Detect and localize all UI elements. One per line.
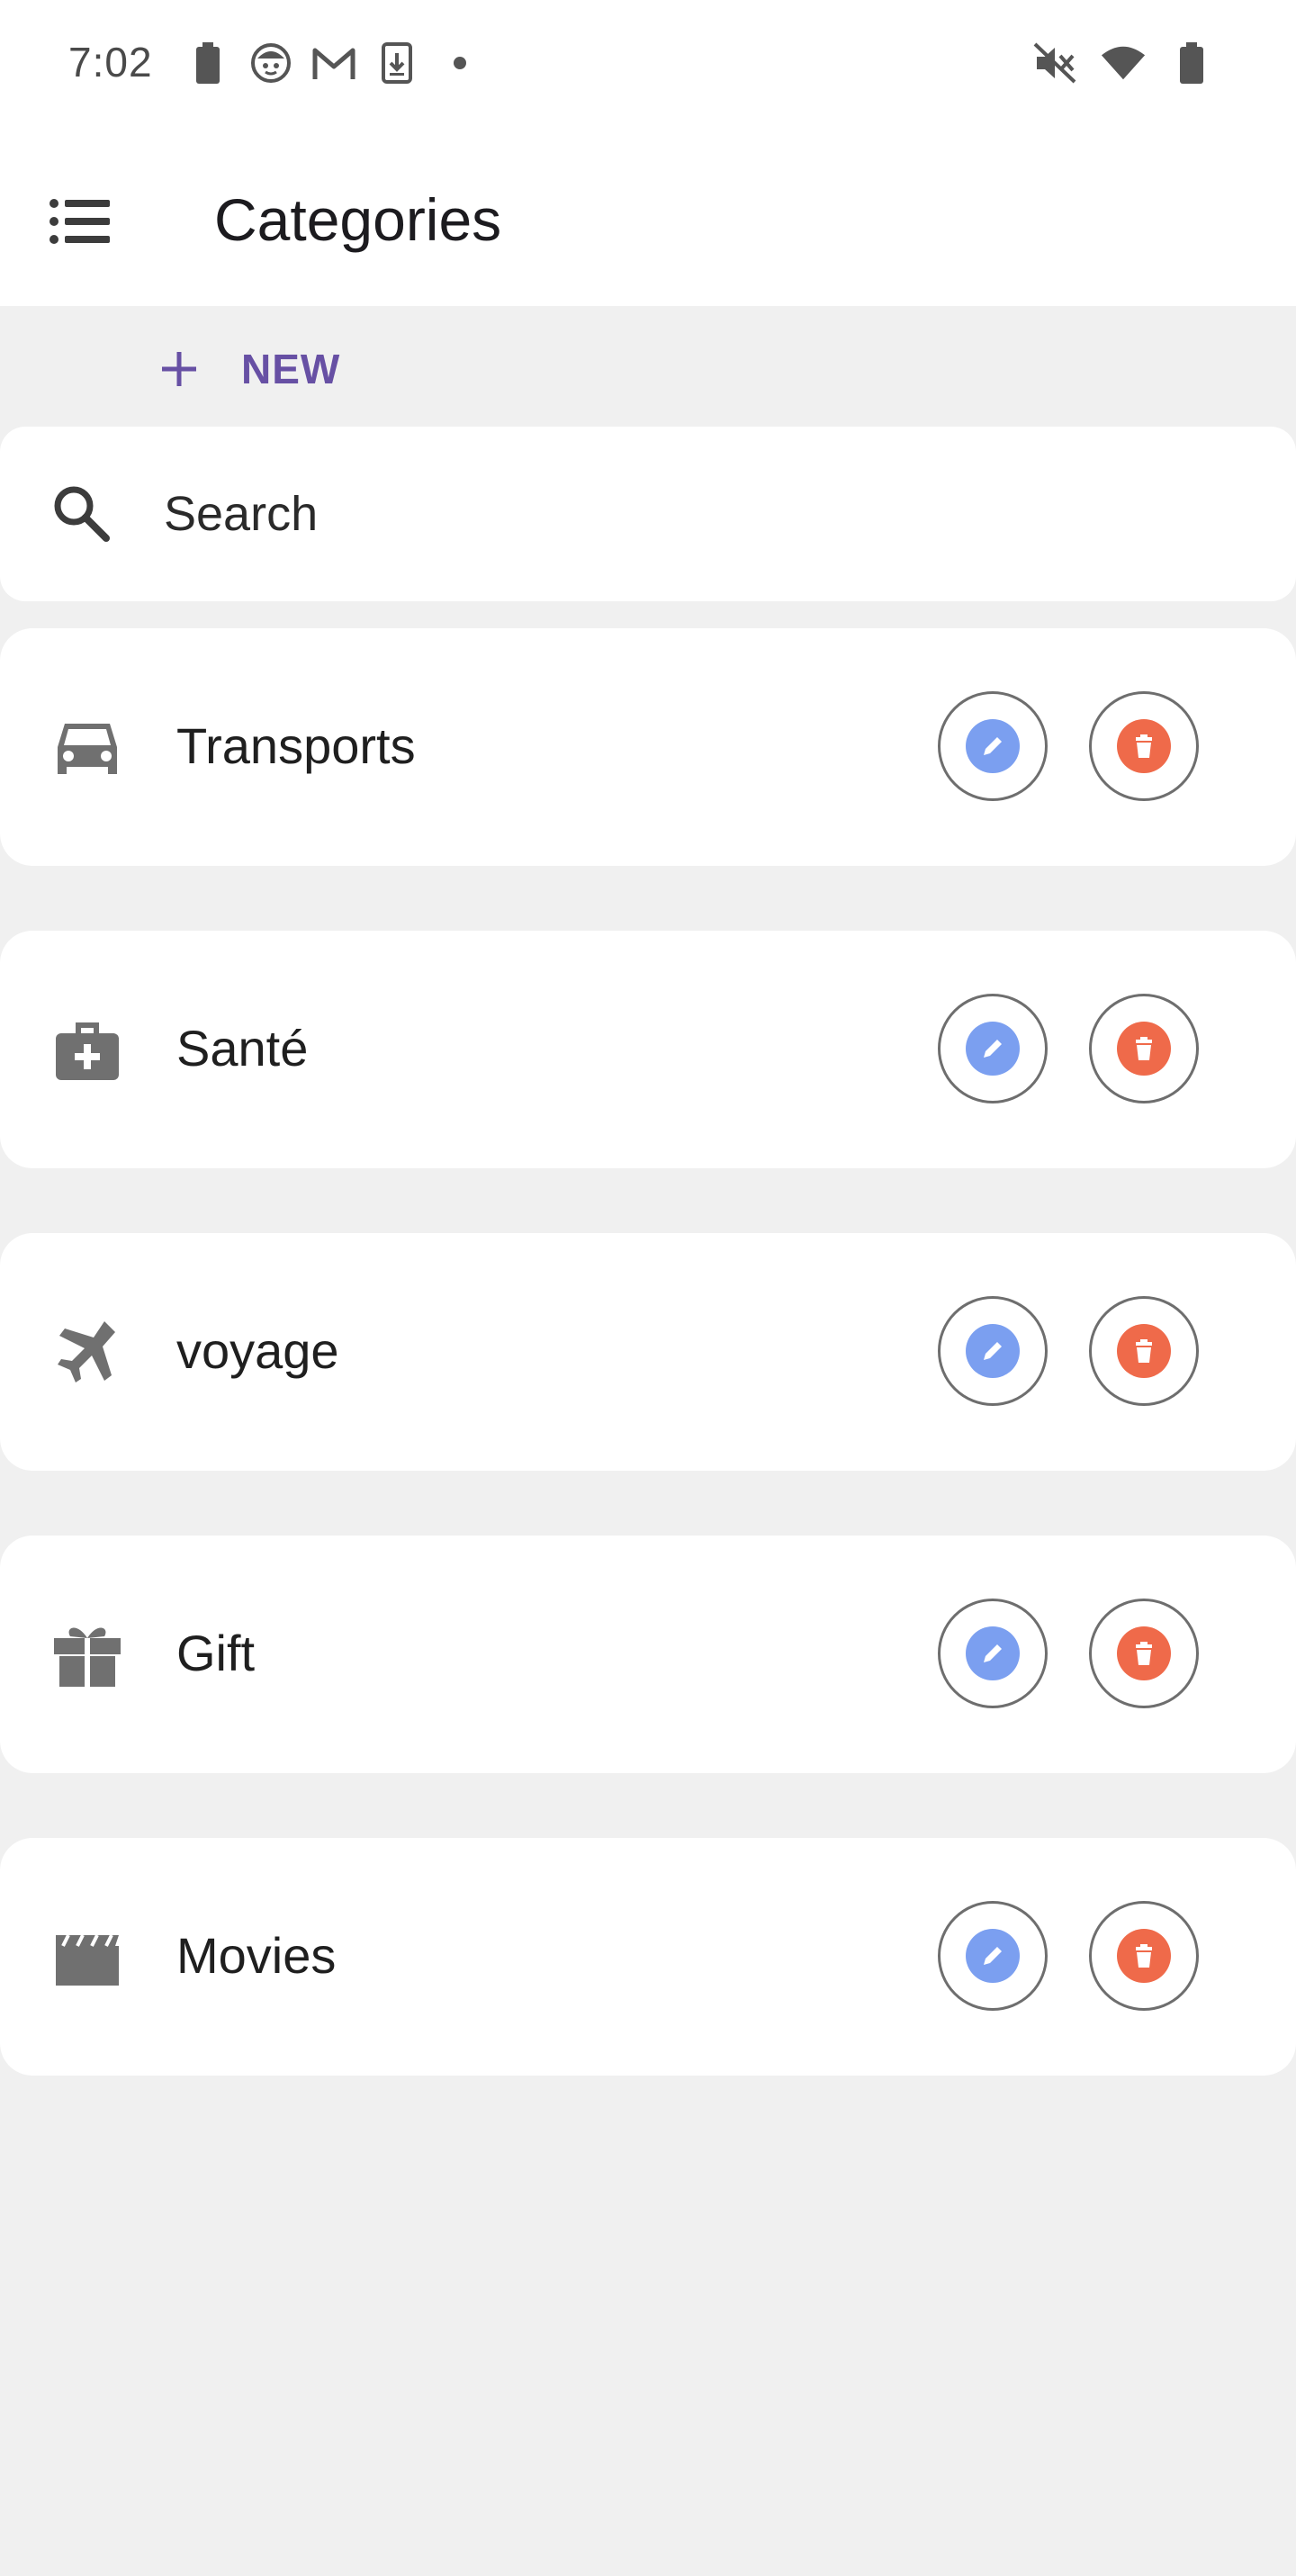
status-icons-left xyxy=(184,40,483,86)
delete-button[interactable] xyxy=(1089,691,1199,801)
edit-button[interactable] xyxy=(938,1296,1048,1406)
pencil-icon xyxy=(966,719,1020,773)
delete-button[interactable] xyxy=(1089,1901,1199,2011)
list-menu-icon[interactable] xyxy=(45,189,117,254)
category-card: voyage xyxy=(0,1233,1296,1471)
pencil-icon xyxy=(966,1929,1020,1983)
status-icons-right xyxy=(1031,40,1215,86)
status-bar: 7:02 xyxy=(0,0,1296,135)
page-title: Categories xyxy=(214,186,502,253)
edit-button[interactable] xyxy=(938,1901,1048,2011)
gmail-icon xyxy=(310,40,357,86)
trash-icon xyxy=(1117,719,1171,773)
battery-icon xyxy=(184,40,231,86)
category-name: Gift xyxy=(176,1625,256,1681)
trash-icon xyxy=(1117,1324,1171,1378)
medical-bag-icon xyxy=(50,1013,124,1087)
trash-icon xyxy=(1117,1022,1171,1076)
category-card: Santé xyxy=(0,931,1296,1168)
wifi-icon xyxy=(1100,40,1147,86)
category-name: Santé xyxy=(176,1020,309,1076)
plus-icon xyxy=(153,343,205,395)
gift-icon xyxy=(50,1618,124,1692)
category-name: Movies xyxy=(176,1927,337,1984)
delete-button[interactable] xyxy=(1089,1599,1199,1708)
category-card: Movies xyxy=(0,1838,1296,2076)
category-name: voyage xyxy=(176,1322,339,1379)
download-icon xyxy=(374,40,420,86)
pencil-icon xyxy=(966,1324,1020,1378)
category-card: Gift xyxy=(0,1536,1296,1773)
new-button-label: NEW xyxy=(241,346,341,392)
trash-icon xyxy=(1117,1626,1171,1680)
category-name: Transports xyxy=(176,717,416,774)
battery-icon xyxy=(1168,40,1215,86)
status-time: 7:02 xyxy=(68,39,153,86)
search-placeholder: Search xyxy=(164,487,319,541)
trash-icon xyxy=(1117,1929,1171,1983)
search-input[interactable]: Search xyxy=(0,427,1296,601)
search-icon xyxy=(49,481,113,545)
edit-button[interactable] xyxy=(938,691,1048,801)
new-category-button[interactable]: NEW xyxy=(153,333,340,405)
edit-button[interactable] xyxy=(938,1599,1048,1708)
car-icon xyxy=(50,711,124,785)
delete-button[interactable] xyxy=(1089,1296,1199,1406)
mute-icon xyxy=(1031,40,1078,86)
clapperboard-icon xyxy=(50,1921,124,1995)
delete-button[interactable] xyxy=(1089,994,1199,1103)
category-card: Transports xyxy=(0,628,1296,866)
pencil-icon xyxy=(966,1626,1020,1680)
app-bar: Categories xyxy=(0,135,1296,306)
dot-icon xyxy=(436,40,483,86)
edit-button[interactable] xyxy=(938,994,1048,1103)
face-icon xyxy=(248,40,294,86)
airplane-icon xyxy=(50,1316,124,1390)
pencil-icon xyxy=(966,1022,1020,1076)
